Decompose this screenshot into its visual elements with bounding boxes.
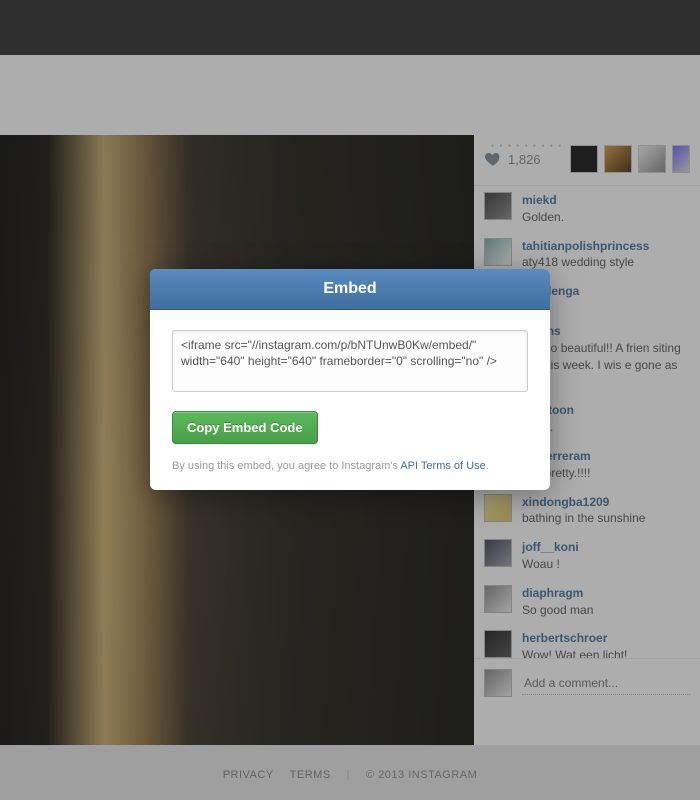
tos-suffix: .	[486, 460, 489, 472]
embed-code-textarea[interactable]	[172, 330, 528, 392]
tos-link[interactable]: API Terms of Use	[400, 460, 485, 472]
tos-prefix: By using this embed, you agree to Instag…	[172, 460, 400, 472]
modal-title: Embed	[150, 269, 550, 310]
embed-modal: Embed Copy Embed Code By using this embe…	[150, 269, 550, 490]
tos-line: By using this embed, you agree to Instag…	[172, 460, 528, 472]
copy-embed-button[interactable]: Copy Embed Code	[172, 411, 318, 444]
